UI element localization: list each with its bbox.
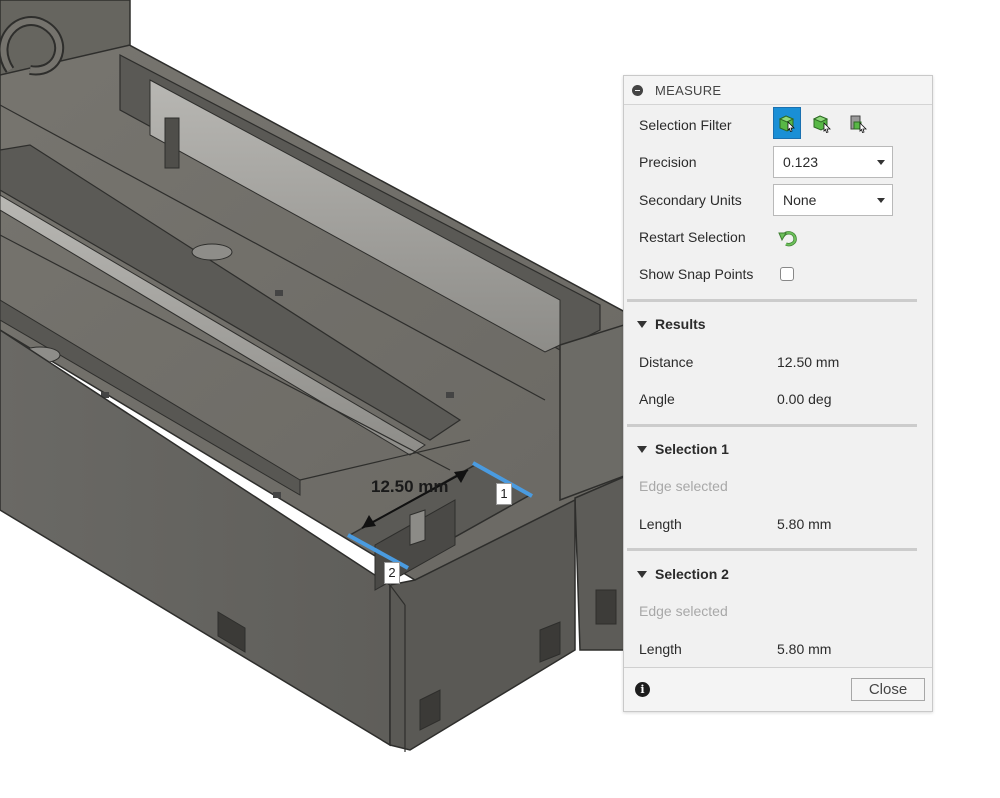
selection-2-section-header[interactable]: Selection 2 <box>637 562 729 586</box>
collapse-icon[interactable] <box>632 84 643 96</box>
expand-triangle-icon <box>637 570 647 578</box>
secondary-units-value: None <box>783 192 817 208</box>
selection-2-length-label: Length <box>639 641 682 657</box>
selection-filter-label: Selection Filter <box>639 117 732 133</box>
dimension-label: 12.50 mm <box>371 477 449 496</box>
secondary-units-label: Secondary Units <box>639 192 742 208</box>
selection-1-length-label: Length <box>639 516 682 532</box>
selection-2-heading: Selection 2 <box>655 566 729 582</box>
angle-label: Angle <box>639 391 675 407</box>
section-divider <box>627 299 917 302</box>
selection-2-status: Edge selected <box>639 603 728 619</box>
selection-1-heading: Selection 1 <box>655 441 729 457</box>
distance-label: Distance <box>639 354 694 370</box>
selection-2-length-row: Length 5.80 mm <box>639 636 917 662</box>
angle-row: Angle 0.00 deg <box>639 386 917 412</box>
selection-1-status: Edge selected <box>639 478 728 494</box>
show-snap-points-checkbox[interactable] <box>780 267 794 281</box>
secondary-units-dropdown[interactable]: None <box>773 184 893 216</box>
results-section-header[interactable]: Results <box>637 312 706 336</box>
show-snap-points-label: Show Snap Points <box>639 266 754 282</box>
dialog-title: MEASURE <box>655 82 722 98</box>
selection-1-length-row: Length 5.80 mm <box>639 511 917 537</box>
close-button[interactable]: Close <box>851 678 925 701</box>
precision-label: Precision <box>639 154 697 170</box>
selection-1-status-row: Edge selected <box>639 473 917 499</box>
restart-selection-label: Restart Selection <box>639 229 746 245</box>
undo-arrow-icon <box>778 231 797 247</box>
measure-dialog: MEASURE Selection Filter Precision 0.123 <box>623 75 933 712</box>
component-select-icon <box>850 115 867 133</box>
expand-triangle-icon <box>637 445 647 453</box>
chevron-down-icon <box>877 160 885 165</box>
section-divider <box>627 548 917 551</box>
restart-selection-button[interactable] <box>777 227 799 249</box>
chevron-down-icon <box>877 198 885 203</box>
face-select-icon <box>778 115 795 133</box>
precision-value: 0.123 <box>783 154 819 170</box>
section-divider <box>627 424 917 427</box>
distance-row: Distance 12.50 mm <box>639 349 917 375</box>
selection-point-1-label: 1 <box>496 483 512 505</box>
show-snap-points-row: Show Snap Points <box>639 261 917 287</box>
body-select-icon <box>812 115 831 133</box>
info-icon[interactable]: i <box>635 682 650 697</box>
dialog-footer: i Close <box>624 667 932 711</box>
angle-value: 0.00 deg <box>777 391 832 407</box>
distance-value: 12.50 mm <box>777 354 840 370</box>
selection-1-section-header[interactable]: Selection 1 <box>637 437 729 461</box>
expand-triangle-icon <box>637 320 647 328</box>
selection-point-2-label: 2 <box>384 562 400 584</box>
selection-2-status-row: Edge selected <box>639 598 917 624</box>
selection-2-length-value: 5.80 mm <box>777 641 832 657</box>
dialog-title-bar[interactable]: MEASURE <box>624 76 932 105</box>
precision-dropdown[interactable]: 0.123 <box>773 146 893 178</box>
selection-1-length-value: 5.80 mm <box>777 516 832 532</box>
results-heading: Results <box>655 316 706 332</box>
filter-component-button[interactable] <box>844 107 872 139</box>
filter-body-button[interactable] <box>808 107 836 139</box>
filter-face-button[interactable] <box>773 107 801 139</box>
